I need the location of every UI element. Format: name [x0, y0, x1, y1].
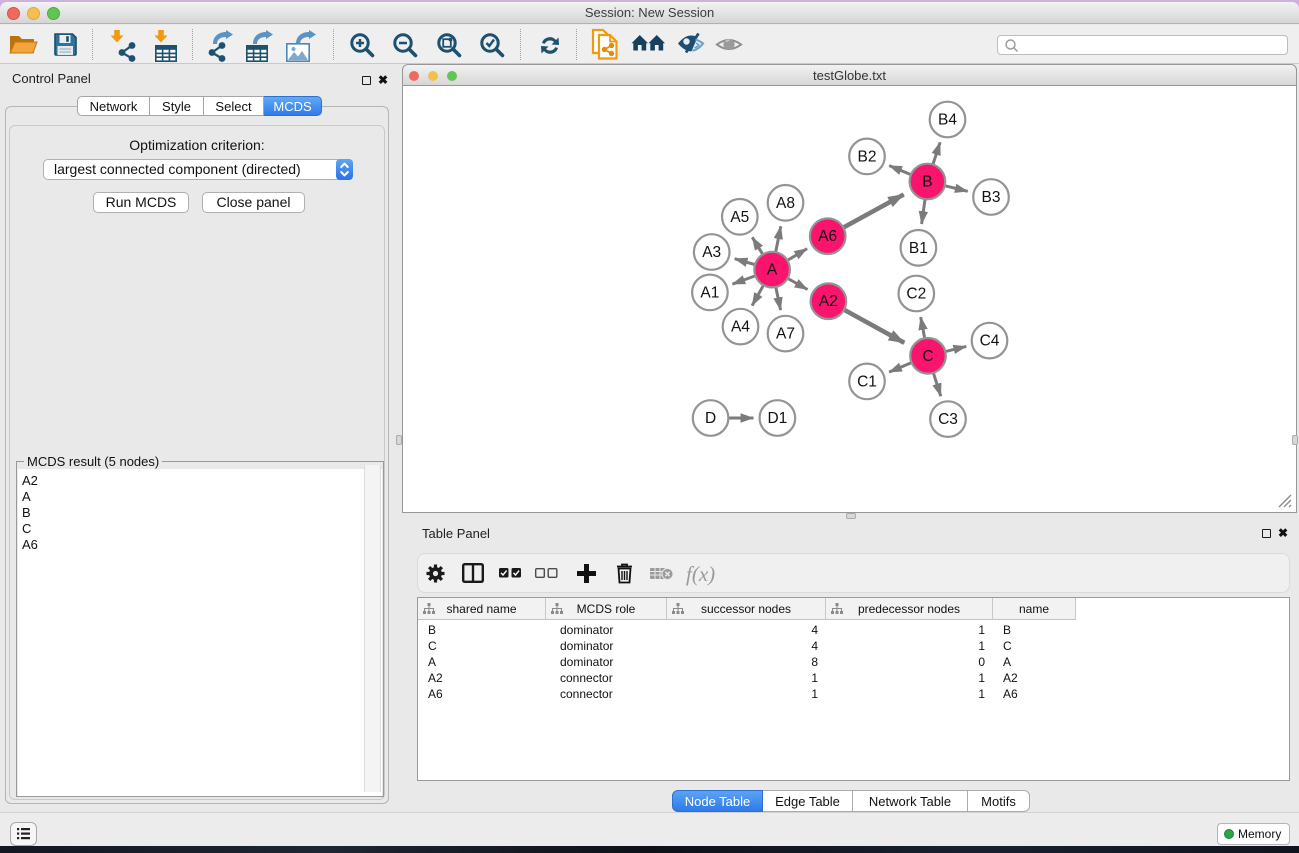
svg-text:C3: C3	[938, 411, 958, 428]
svg-text:B3: B3	[982, 189, 1001, 206]
svg-text:A7: A7	[776, 326, 795, 343]
svg-text:C: C	[922, 348, 933, 365]
svg-text:A1: A1	[700, 284, 719, 301]
svg-text:B2: B2	[858, 148, 877, 165]
svg-text:D1: D1	[767, 410, 787, 427]
svg-text:B4: B4	[938, 112, 957, 129]
svg-text:A4: A4	[731, 319, 750, 336]
svg-text:D: D	[705, 410, 716, 427]
svg-text:C2: C2	[906, 286, 926, 303]
svg-text:A8: A8	[776, 195, 795, 212]
svg-text:B1: B1	[909, 240, 928, 257]
svg-text:A6: A6	[818, 228, 837, 245]
svg-text:A5: A5	[730, 209, 749, 226]
svg-text:A3: A3	[702, 244, 721, 261]
svg-text:B: B	[922, 174, 932, 191]
svg-text:A: A	[767, 262, 778, 279]
svg-text:C1: C1	[857, 373, 877, 390]
svg-text:C4: C4	[980, 333, 1000, 350]
svg-text:A2: A2	[819, 293, 838, 310]
